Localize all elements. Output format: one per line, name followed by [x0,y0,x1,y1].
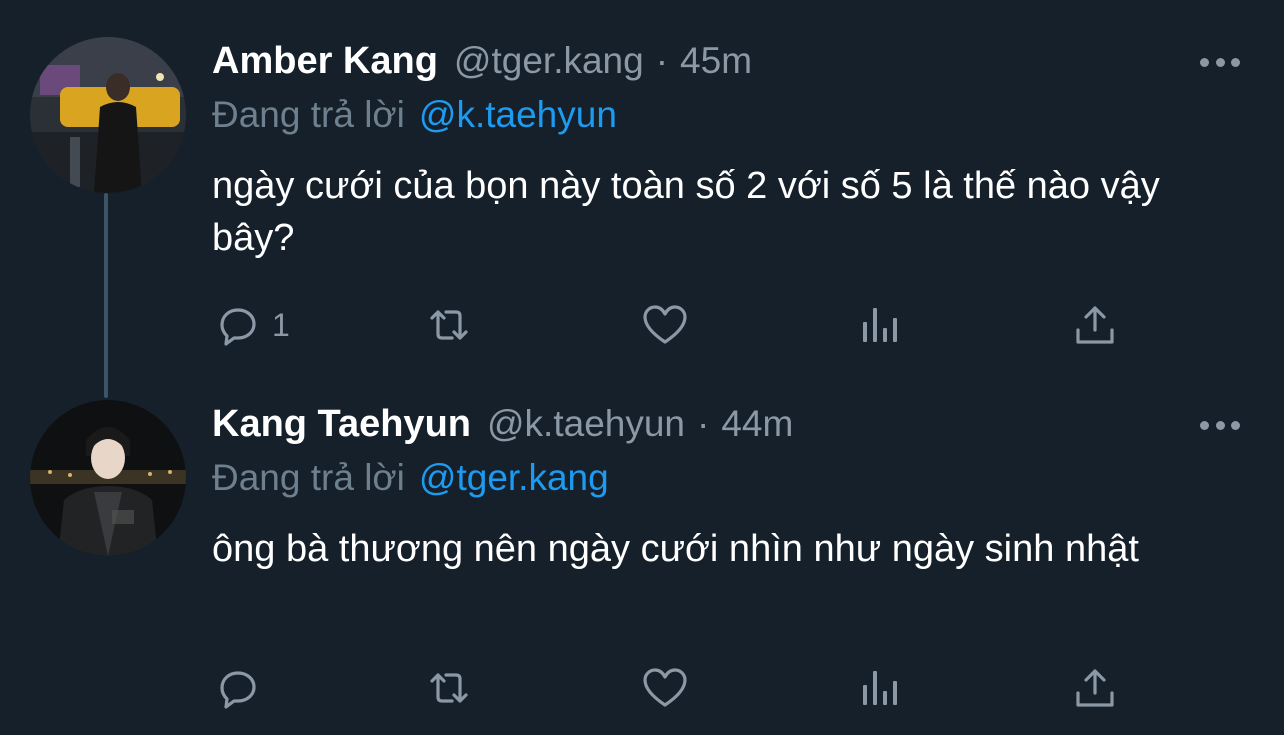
tweet-header: Kang Taehyun @k.taehyun · 44m [212,403,793,453]
reply-icon [220,671,256,709]
avatar-image [30,37,186,193]
tweet-header: Amber Kang @tger.kang · 45m [212,40,752,90]
replying-to-label: Đang trả lời [212,94,405,135]
tweet-text: ngày cưới của bọn này toàn số 2 với số 5… [212,165,1160,259]
mention-link[interactable]: @k.taehyun [419,94,617,135]
reply-button[interactable] [212,663,272,713]
replying-to: Đang trả lời @k.taehyun [212,94,617,136]
share-icon [1076,306,1114,344]
like-icon [643,305,687,344]
more-icon[interactable] [1200,413,1240,437]
reply-count: 1 [272,306,290,343]
more-dot [1215,420,1225,430]
analytics-icon [863,308,897,342]
more-dot [1215,57,1225,67]
like-icon [643,668,687,707]
display-name[interactable]: Amber Kang [212,40,438,83]
retweet-icon [430,310,468,340]
action-bar: 1 [212,300,1132,350]
analytics-icon [863,671,897,705]
replying-to-label: Đang trả lời [212,457,405,498]
mention-link[interactable]: @tger.kang [419,457,609,498]
like-button[interactable] [640,300,690,350]
thread-connector-line [104,193,108,398]
retweet-button[interactable] [424,300,474,350]
retweet-icon [430,673,468,703]
replying-to: Đang trả lời @tger.kang [212,457,609,499]
analytics-button[interactable] [856,300,906,350]
more-dot [1231,420,1240,430]
user-handle[interactable]: @k.taehyun [487,403,685,445]
more-dot [1200,420,1209,430]
avatar[interactable] [30,37,186,193]
user-handle[interactable]: @tger.kang [454,40,644,82]
reply-icon [220,308,256,346]
separator-dot: · [697,403,710,444]
share-button[interactable] [1070,300,1120,350]
avatar-image [30,400,186,556]
separator-dot: · [655,40,669,81]
more-dot [1200,57,1209,67]
avatar[interactable] [30,400,186,556]
action-bar [212,663,1132,713]
timestamp[interactable]: 44m [721,403,793,445]
like-button[interactable] [640,663,690,713]
more-icon[interactable] [1200,50,1240,74]
timestamp[interactable]: 45m [680,40,752,82]
more-dot [1231,57,1240,67]
share-button[interactable] [1070,663,1120,713]
display-name[interactable]: Kang Taehyun [212,403,471,446]
reply-button[interactable]: 1 [212,300,290,350]
share-icon [1076,669,1114,707]
analytics-button[interactable] [856,663,906,713]
retweet-button[interactable] [424,663,474,713]
tweet-text: ông bà thương nên ngày cưới nhìn như ngà… [212,528,1139,570]
